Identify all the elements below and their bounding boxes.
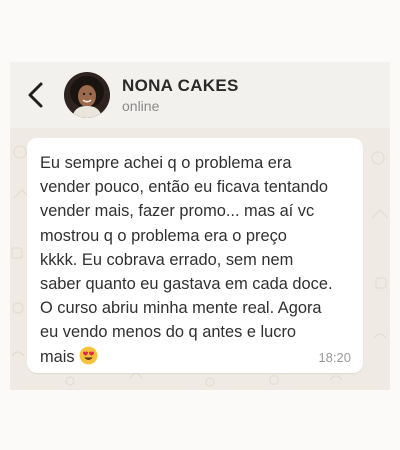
avatar[interactable] <box>64 72 110 118</box>
chat-area: Eu sempre achei q o problema era vender … <box>10 128 390 390</box>
message-line: mostrou q o problema era o preço <box>40 226 287 245</box>
contact-name: NONA CAKES <box>122 75 239 95</box>
message-line: vender pouco, então eu ficava tentando <box>40 178 328 197</box>
message-timestamp: 18:20 <box>318 350 351 365</box>
message-bubble[interactable]: Eu sempre achei q o problema era vender … <box>27 138 363 373</box>
message-line: kkkk. Eu cobrava errado, sem nem <box>40 250 294 269</box>
page: NONA CAKES online Eu sempre achei q o pr… <box>0 0 400 450</box>
heart-eyes-emoji-icon <box>79 346 98 365</box>
message-line: saber quanto eu gastava em cada doce. <box>40 275 333 294</box>
contact-info[interactable]: NONA CAKES online <box>122 76 239 115</box>
chevron-left-icon <box>28 82 43 108</box>
back-button[interactable] <box>16 62 56 128</box>
contact-status: online <box>122 97 160 114</box>
message-line: Eu sempre achei q o problema era <box>40 154 292 172</box>
chat-header: NONA CAKES online <box>10 62 390 128</box>
message-line: O curso abriu minha mente real. Agora <box>40 299 322 318</box>
message-line: eu vendo menos do q antes e lucro <box>40 323 297 342</box>
message-line: mais <box>40 347 75 366</box>
message-line: vender mais, fazer promo... mas aí vc <box>40 202 315 221</box>
message-text: Eu sempre achei q o problema era vender … <box>40 151 351 369</box>
